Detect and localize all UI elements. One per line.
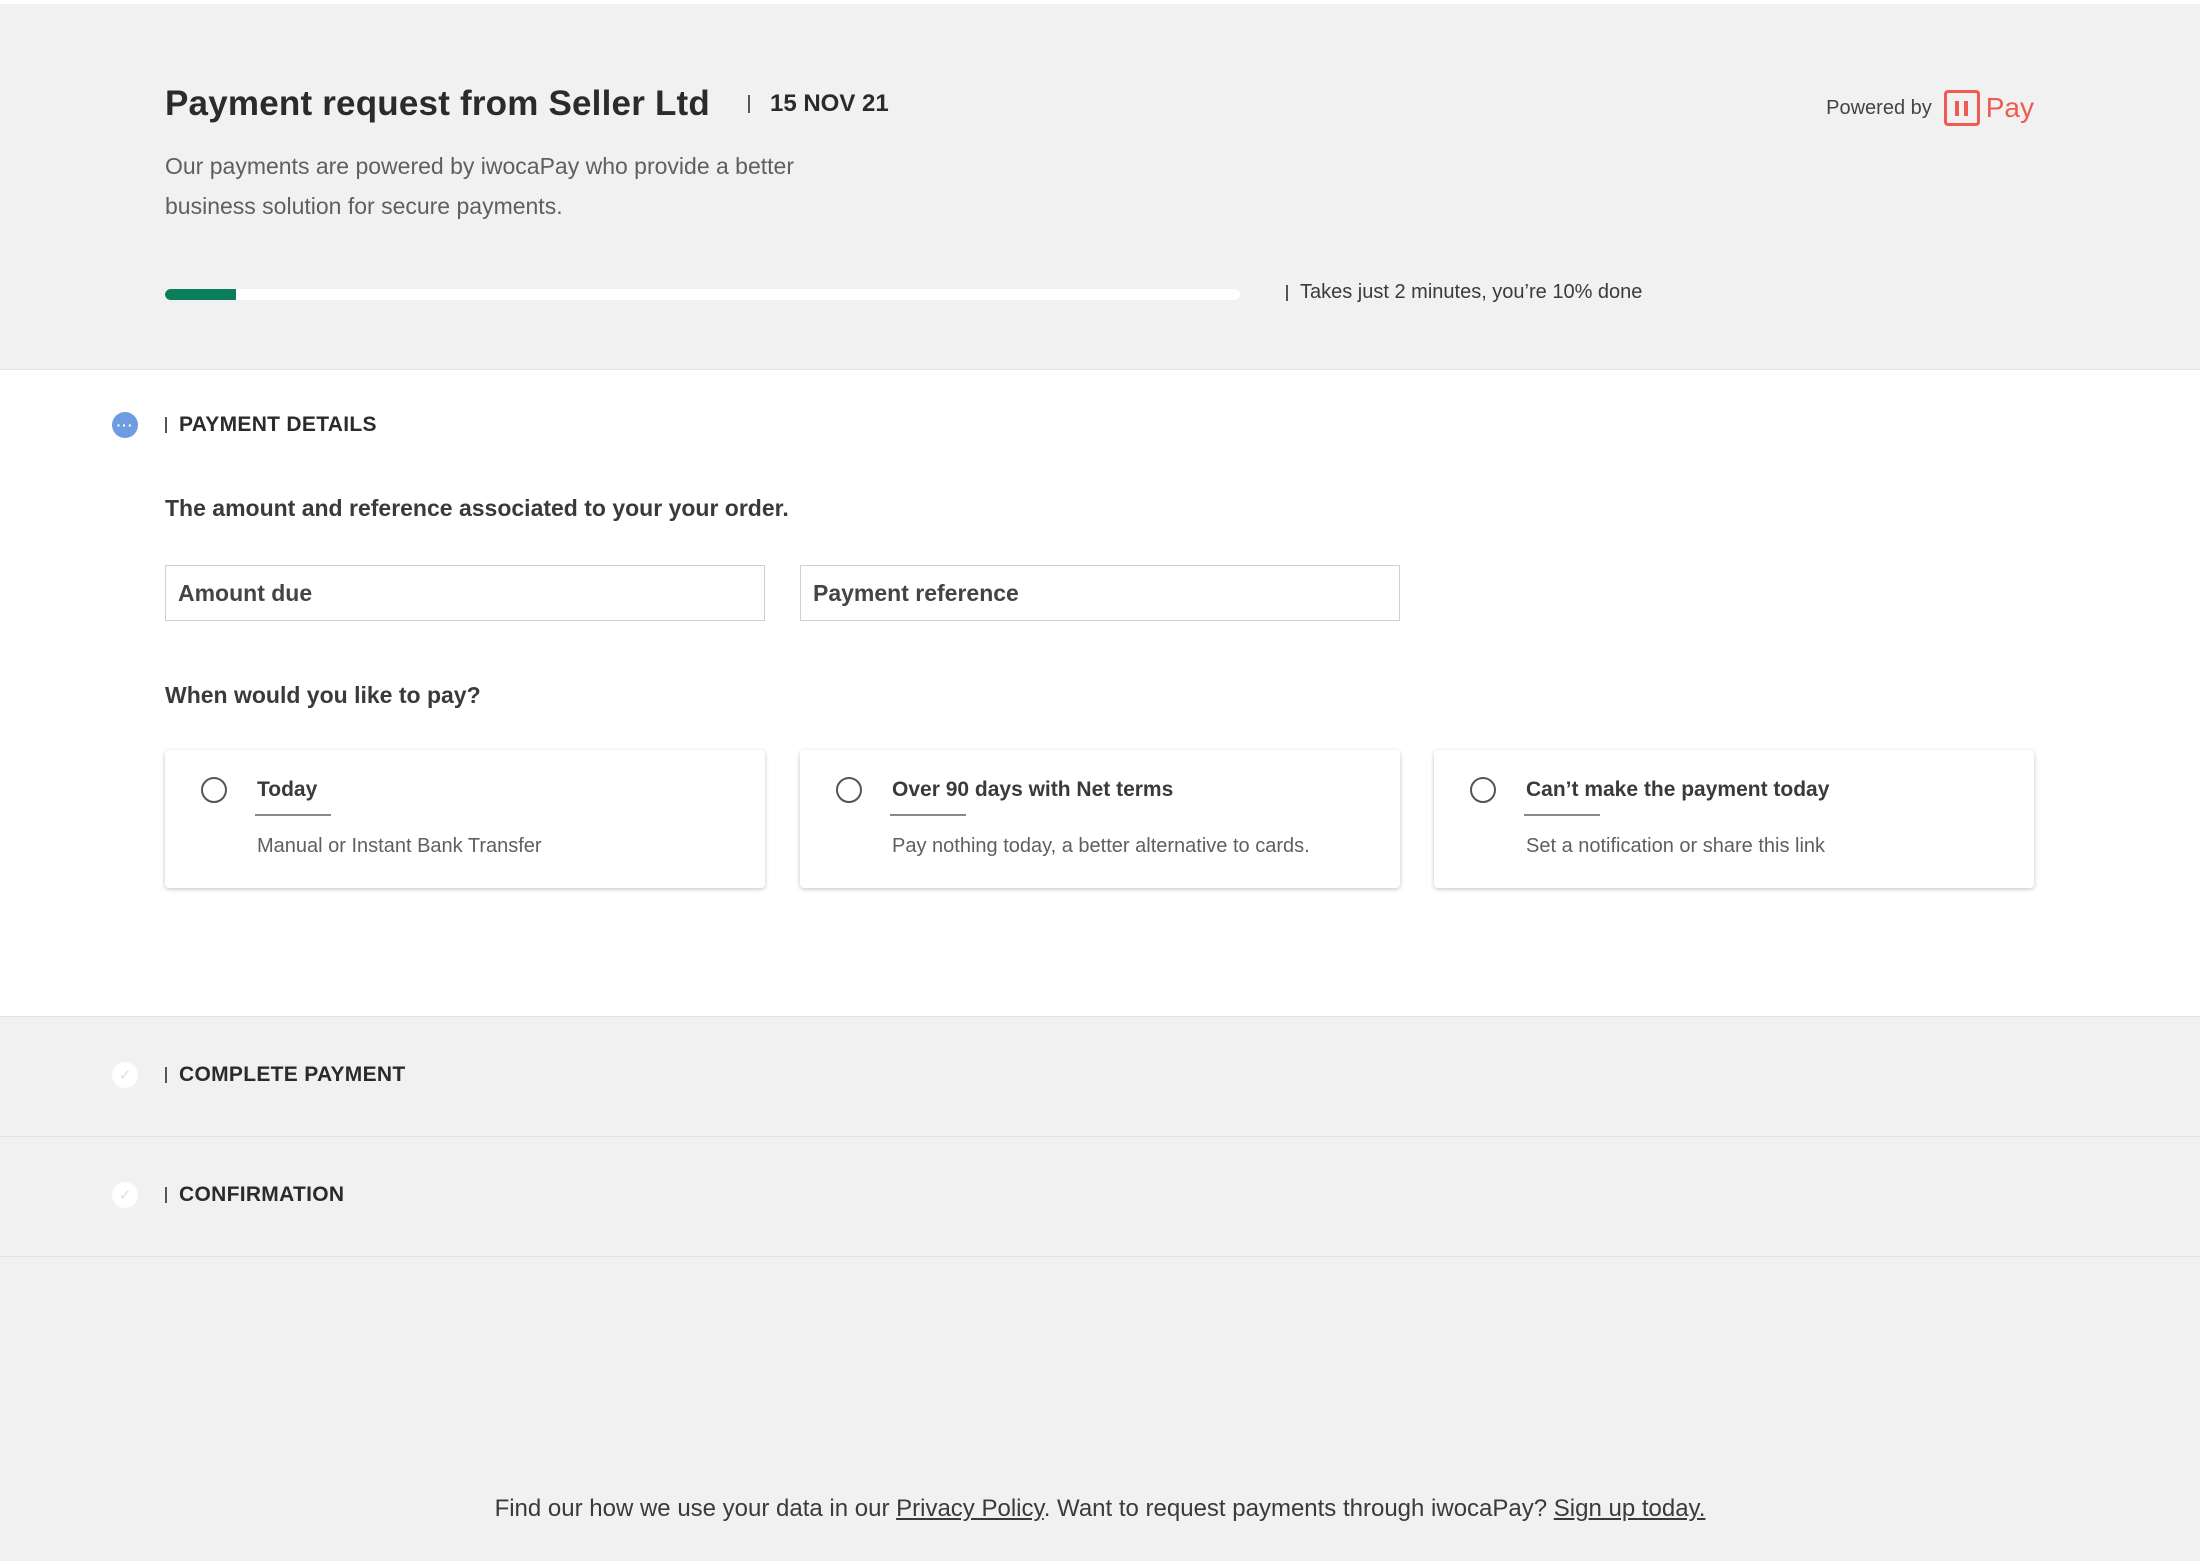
- page-title: Payment request from Seller Ltd: [165, 84, 710, 123]
- sign-up-link[interactable]: Sign up today.: [1554, 1495, 1706, 1522]
- option-divider: [1524, 814, 1600, 816]
- step-label-complete-payment: COMPLETE PAYMENT: [179, 1063, 406, 1086]
- complete-payment-header[interactable]: ✓ COMPLETE PAYMENT: [112, 1062, 406, 1088]
- iwoca-logo-icon: [1943, 90, 1980, 126]
- payment-details-header[interactable]: ··· PAYMENT DETAILS: [112, 412, 377, 438]
- powered-by-label: Powered by: [1826, 96, 1932, 119]
- option-card-net-terms[interactable]: Over 90 days with Net terms Pay nothing …: [800, 750, 1400, 888]
- radio-today[interactable]: [201, 777, 227, 803]
- option-subtitle: Set a notification or share this link: [1526, 835, 1826, 857]
- reference-field[interactable]: [800, 565, 1400, 621]
- footer-text: . Want to request payments through iwoca…: [1043, 1495, 1554, 1522]
- more-dots-icon: ···: [112, 412, 138, 438]
- check-icon: ✓: [112, 1062, 138, 1088]
- step-divider: [165, 417, 167, 433]
- pay-timing-question: When would you like to pay?: [165, 682, 481, 708]
- option-subtitle: Manual or Instant Bank Transfer: [257, 835, 542, 857]
- step-label-payment-details: PAYMENT DETAILS: [179, 413, 377, 436]
- title-row: Payment request from Seller Ltd 15 NOV 2…: [165, 84, 889, 124]
- step-label-confirmation: CONFIRMATION: [179, 1183, 345, 1206]
- step-divider: [165, 1067, 167, 1083]
- radio-cant-pay[interactable]: [1470, 777, 1496, 803]
- powered-by: Powered by Pay: [1826, 90, 2034, 126]
- option-divider: [255, 814, 331, 816]
- progress-fill: [165, 289, 236, 300]
- option-card-cant-pay[interactable]: Can’t make the payment today Set a notif…: [1434, 750, 2034, 888]
- page-subtitle: Our payments are powered by iwocaPay who…: [165, 153, 794, 219]
- option-subtitle: Pay nothing today, a better alternative …: [892, 835, 1310, 857]
- radio-net-terms[interactable]: [836, 777, 862, 803]
- option-title: Can’t make the payment today: [1526, 778, 1830, 801]
- footer-text: Find our how we use your data in our: [494, 1495, 897, 1522]
- bottom-edge: [0, 1561, 2200, 1565]
- option-title: Over 90 days with Net terms: [892, 778, 1174, 801]
- payment-details-section: ··· PAYMENT DETAILS The amount and refer…: [0, 369, 2200, 1017]
- progress-note: Takes just 2 minutes, you’re 10% done: [1286, 281, 1642, 304]
- payment-details-description: The amount and reference associated to y…: [165, 495, 789, 521]
- option-card-today[interactable]: Today Manual or Instant Bank Transfer: [165, 750, 765, 888]
- brand-name: Pay: [1985, 92, 2034, 123]
- page-footer: Find our how we use your data in our Pri…: [0, 1495, 2200, 1523]
- option-title: Today: [257, 778, 318, 801]
- privacy-policy-link[interactable]: Privacy Policy: [896, 1495, 1044, 1522]
- progress-note-divider: [1286, 284, 1288, 301]
- option-divider: [890, 814, 966, 816]
- check-icon: ✓: [112, 1182, 138, 1208]
- amount-input[interactable]: [178, 579, 752, 607]
- request-date: 15 NOV 21: [769, 90, 889, 117]
- confirmation-section[interactable]: ✓ CONFIRMATION: [0, 1137, 2200, 1257]
- title-divider: [747, 95, 750, 113]
- progress-note-text: Takes just 2 minutes, you’re 10% done: [1300, 281, 1643, 303]
- amount-field[interactable]: [165, 565, 765, 621]
- page-header: Payment request from Seller Ltd 15 NOV 2…: [0, 4, 2200, 369]
- step-divider: [165, 1187, 167, 1203]
- confirmation-header[interactable]: ✓ CONFIRMATION: [112, 1182, 344, 1208]
- complete-payment-section[interactable]: ✓ COMPLETE PAYMENT: [0, 1017, 2200, 1137]
- progress-bar: [165, 289, 1240, 300]
- reference-input[interactable]: [813, 579, 1387, 607]
